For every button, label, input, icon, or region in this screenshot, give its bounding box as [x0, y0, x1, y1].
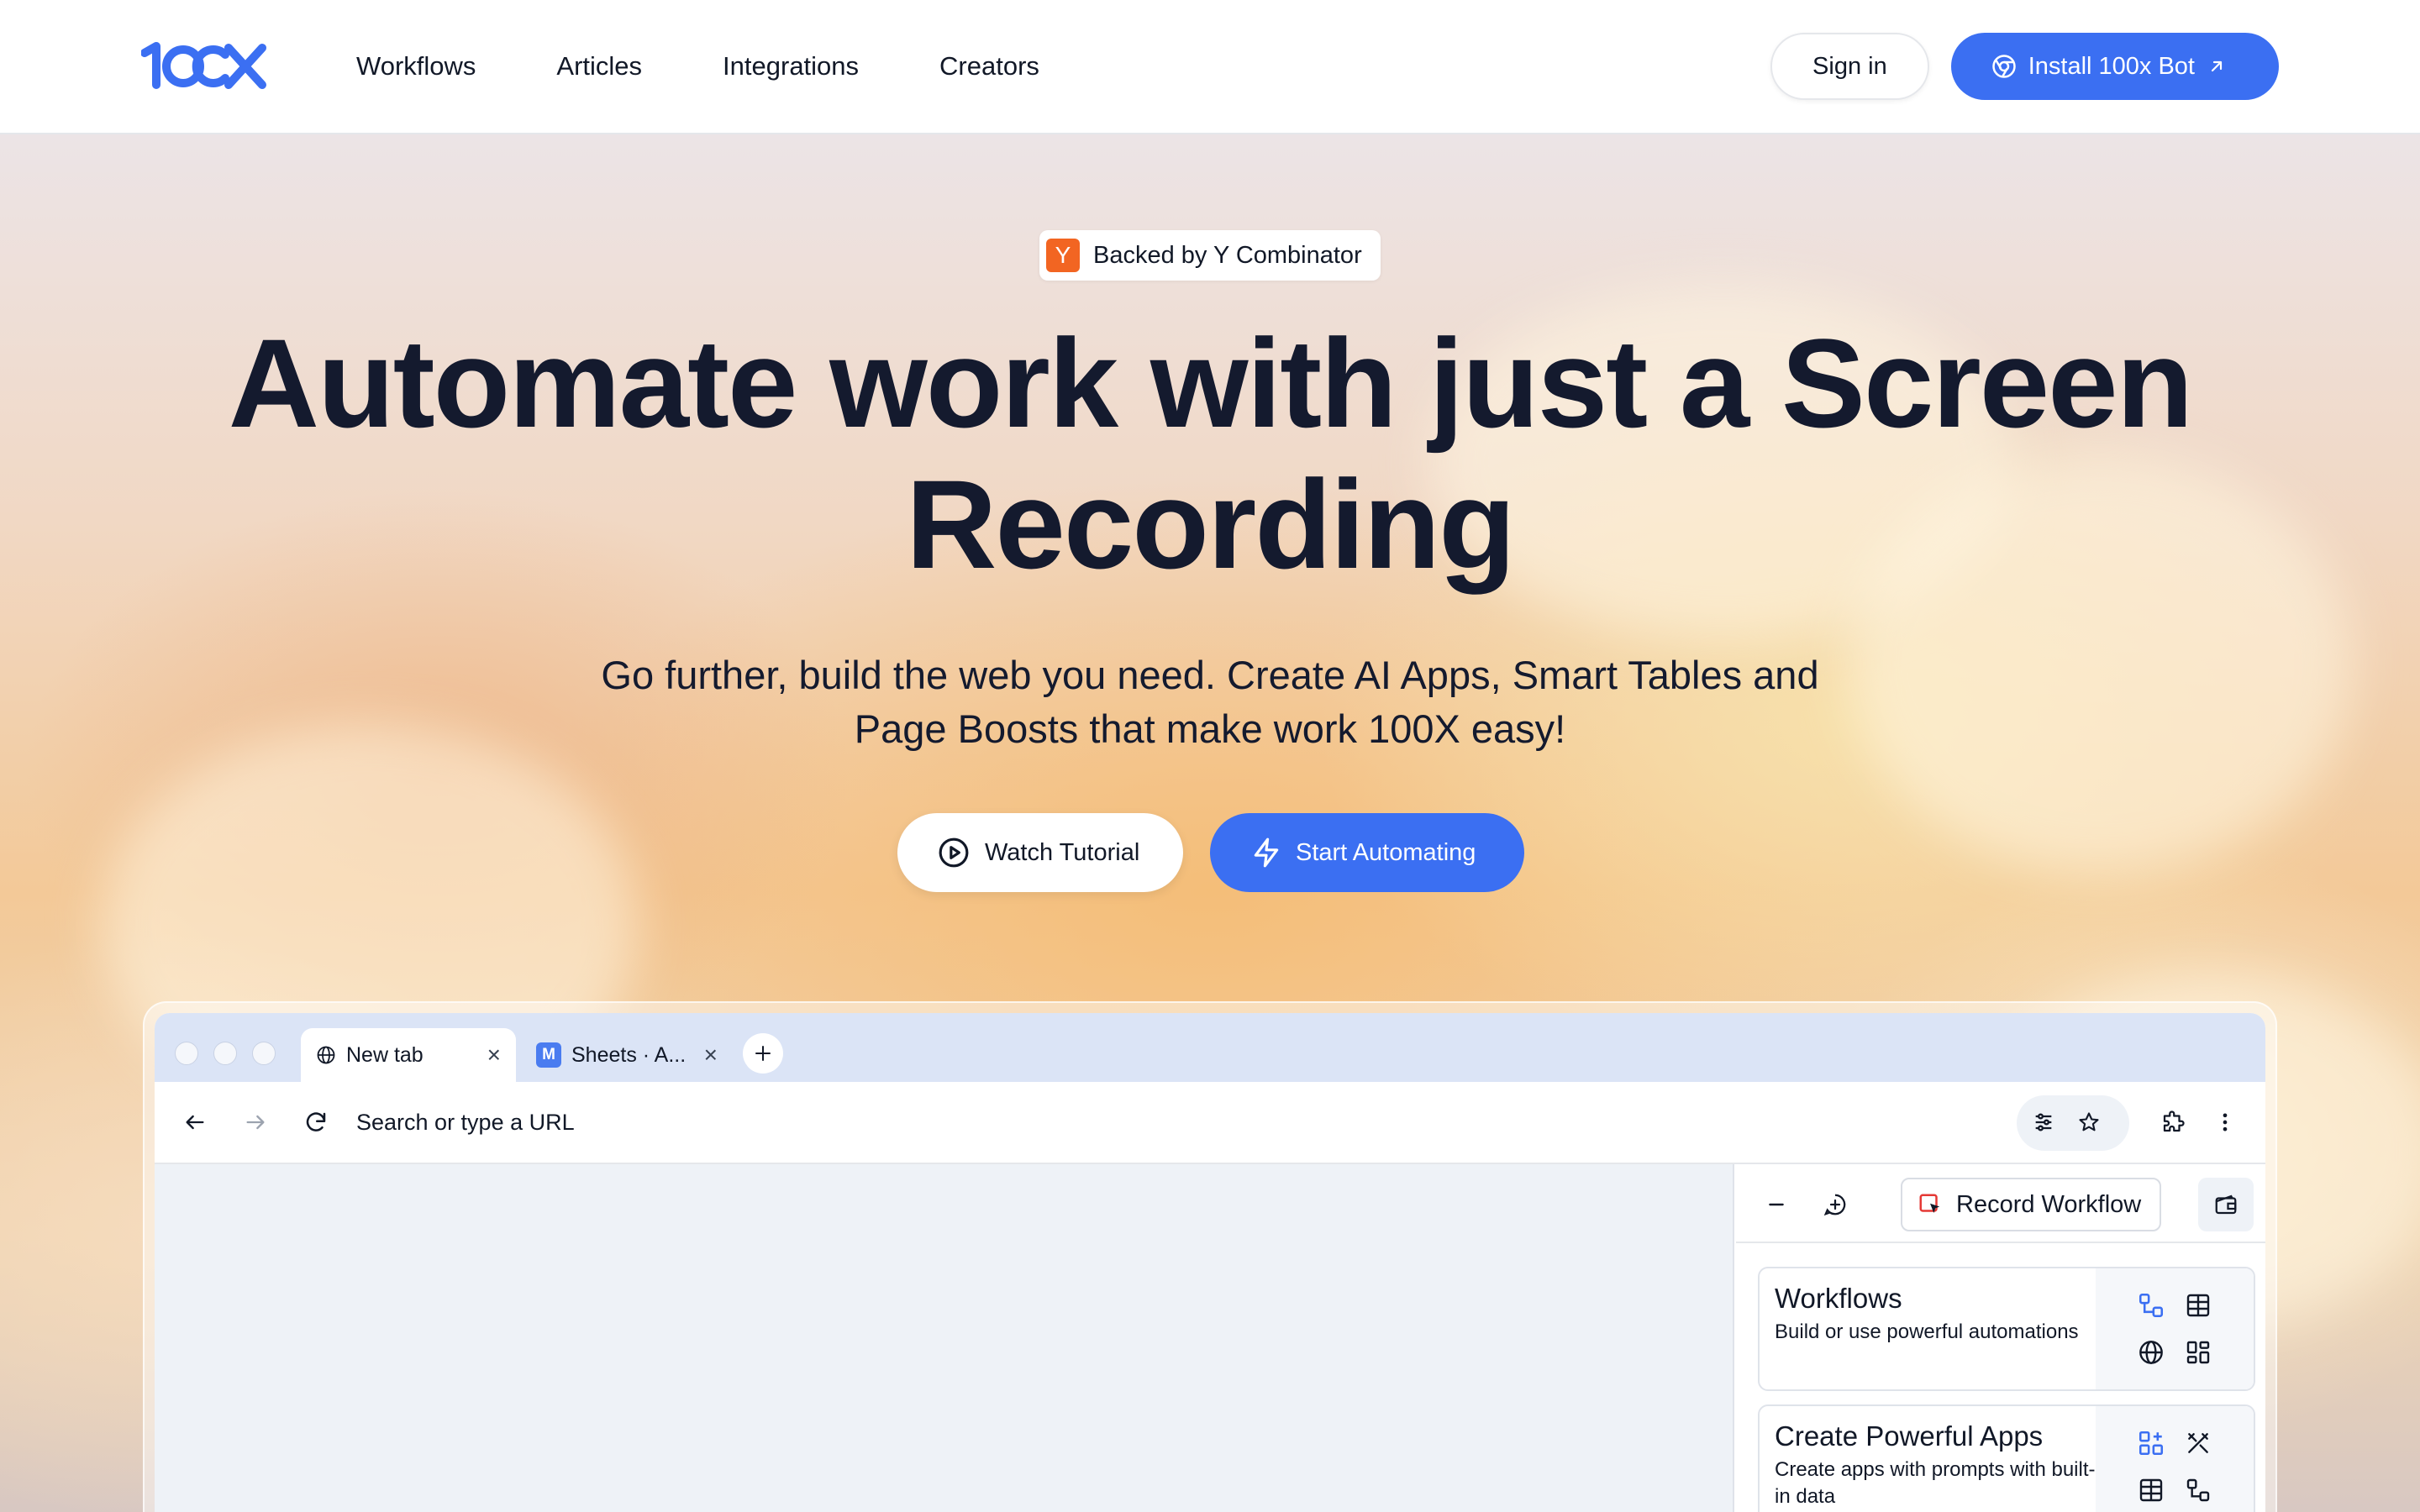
globe-icon	[317, 1046, 335, 1064]
card-description: Create apps with prompts with built-in d…	[1775, 1458, 2096, 1508]
nav-workflows[interactable]: Workflows	[356, 51, 476, 81]
side-panel-toolbar: Record Workflow	[1736, 1164, 2265, 1243]
watch-tutorial-button[interactable]: Watch Tutorial	[897, 813, 1183, 892]
browser-toolbar: Search or type a URL	[155, 1082, 2265, 1164]
subhead-line-2: Page Boosts that make work 100X easy!	[854, 706, 1566, 751]
create-apps-card[interactable]: Create Powerful Apps Create apps with pr…	[1758, 1404, 2255, 1512]
nav-creators[interactable]: Creators	[939, 51, 1039, 81]
tune-settings-icon[interactable]	[2028, 1107, 2059, 1137]
install-bot-label: Install 100x Bot	[2028, 52, 2195, 80]
hero-section: Y Backed by Y Combinator Automate work w…	[0, 134, 2420, 1512]
headline-line-2: Recording	[906, 454, 1516, 595]
card-icon-grid	[2096, 1406, 2254, 1512]
close-icon[interactable]: ×	[487, 1042, 501, 1068]
sheets-app-icon: M	[536, 1042, 561, 1068]
kebab-menu-icon[interactable]	[2210, 1107, 2240, 1137]
brand-logo[interactable]	[141, 41, 267, 92]
new-tab-button[interactable]	[743, 1033, 783, 1074]
y-combinator-icon: Y	[1046, 239, 1080, 272]
subhead-line-1: Go further, build the web you need. Crea…	[601, 653, 1819, 697]
plus-icon	[755, 1046, 771, 1061]
dashboard-grid-icon	[2175, 1329, 2222, 1376]
table-icon	[2128, 1467, 2175, 1512]
workflow-nodes-icon	[2128, 1282, 2175, 1329]
sign-in-button[interactable]: Sign in	[1770, 33, 1929, 100]
yc-badge-text: Backed by Y Combinator	[1093, 241, 1362, 269]
tab-strip: New tab × M Sheets · A... ×	[155, 1013, 2265, 1082]
add-chat-icon[interactable]	[1820, 1189, 1850, 1220]
puzzle-extension-icon[interactable]	[2158, 1107, 2188, 1137]
tab-title: Sheets · A...	[571, 1042, 687, 1067]
tab-title: New tab	[346, 1042, 424, 1067]
tab-new-tab[interactable]: New tab ×	[301, 1028, 516, 1082]
header-actions: Sign in Install 100x Bot	[1770, 33, 2279, 100]
close-icon[interactable]: ×	[704, 1042, 718, 1068]
logo-100x-icon	[141, 42, 266, 89]
browser-mockup: New tab × M Sheets · A... × Search or ty…	[143, 1001, 2277, 1512]
reload-icon[interactable]	[301, 1107, 331, 1137]
page-content-area	[155, 1164, 1734, 1512]
main-nav: Workflows Articles Integrations Creators	[356, 51, 1039, 81]
record-workflow-button[interactable]: Record Workflow	[1901, 1178, 2161, 1231]
apps-add-icon	[2128, 1420, 2175, 1467]
card-icon-grid	[2096, 1268, 2254, 1389]
design-tools-icon	[2175, 1420, 2222, 1467]
watch-tutorial-label: Watch Tutorial	[985, 838, 1140, 866]
workflows-card[interactable]: Workflows Build or use powerful automati…	[1758, 1267, 2255, 1391]
install-bot-button[interactable]: Install 100x Bot	[1950, 33, 2279, 100]
start-automating-button[interactable]: Start Automating	[1210, 813, 1524, 892]
card-description: Build or use powerful automations	[1775, 1320, 2079, 1343]
record-cursor-icon	[1919, 1194, 1940, 1213]
window-maximize-dot[interactable]	[252, 1042, 276, 1065]
record-workflow-label: Record Workflow	[1956, 1190, 2142, 1218]
back-arrow-icon[interactable]	[180, 1107, 210, 1137]
table-icon	[2175, 1282, 2222, 1329]
card-title: Workflows	[1775, 1283, 1902, 1314]
lightning-icon	[1254, 837, 1279, 868]
card-title: Create Powerful Apps	[1775, 1420, 2044, 1452]
site-header: Workflows Articles Integrations Creators…	[0, 0, 2420, 134]
minimize-icon[interactable]	[1761, 1189, 1791, 1220]
tab-sheets[interactable]: M Sheets · A... ×	[526, 1028, 728, 1082]
star-bookmark-icon[interactable]	[2074, 1107, 2104, 1137]
workflow-nodes-icon	[2175, 1467, 2222, 1512]
yc-badge[interactable]: Y Backed by Y Combinator	[1039, 230, 1381, 281]
chrome-icon	[1991, 55, 2016, 78]
globe-icon	[2128, 1329, 2175, 1376]
nav-integrations[interactable]: Integrations	[723, 51, 859, 81]
window-minimize-dot[interactable]	[213, 1042, 237, 1065]
extension-side-panel: Record Workflow Workflows Build or use p…	[1736, 1164, 2265, 1512]
card-text: Create Powerful Apps Create apps with pr…	[1775, 1420, 2111, 1510]
headline-line-1: Automate work with just a Screen	[228, 312, 2194, 454]
hero-subheading: Go further, build the web you need. Crea…	[0, 648, 2420, 756]
play-circle-icon	[939, 837, 969, 868]
window-close-dot[interactable]	[175, 1042, 198, 1065]
start-automating-label: Start Automating	[1296, 838, 1476, 866]
card-text: Workflows Build or use powerful automati…	[1775, 1282, 2111, 1346]
wallet-icon[interactable]	[2198, 1178, 2254, 1231]
hero-headline: Automate work with just a Screen Recordi…	[0, 312, 2420, 595]
address-bar-input[interactable]: Search or type a URL	[356, 1107, 575, 1137]
forward-arrow-icon[interactable]	[240, 1107, 271, 1137]
browser-window: New tab × M Sheets · A... × Search or ty…	[155, 1013, 2265, 1512]
arrow-up-right-icon	[2211, 60, 2223, 72]
nav-articles[interactable]: Articles	[556, 51, 642, 81]
